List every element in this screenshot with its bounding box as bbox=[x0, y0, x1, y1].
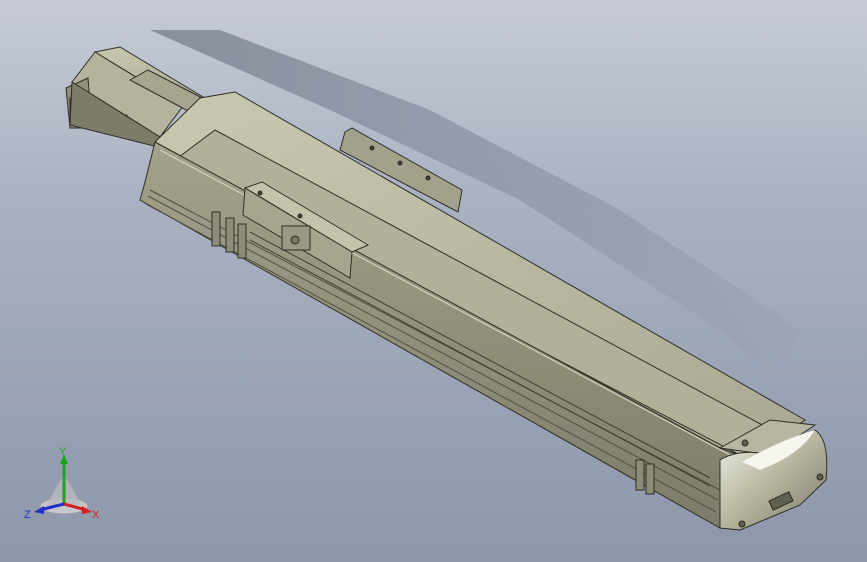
x-axis-label: X bbox=[92, 509, 100, 521]
y-axis-label: Y bbox=[59, 446, 67, 458]
graphics-viewport[interactable]: Y X Z bbox=[0, 0, 867, 562]
coordinate-triad: Y X Z bbox=[22, 446, 112, 526]
sensor-left-2 bbox=[225, 217, 235, 253]
actuator-model[interactable] bbox=[0, 0, 867, 562]
z-axis-arrow-icon bbox=[34, 506, 44, 514]
sensor-left-1 bbox=[211, 211, 221, 247]
z-axis-label: Z bbox=[24, 509, 31, 521]
sensor-right-1 bbox=[635, 459, 645, 491]
sensor-right-2 bbox=[645, 463, 655, 495]
sensor-left-3 bbox=[237, 223, 247, 259]
